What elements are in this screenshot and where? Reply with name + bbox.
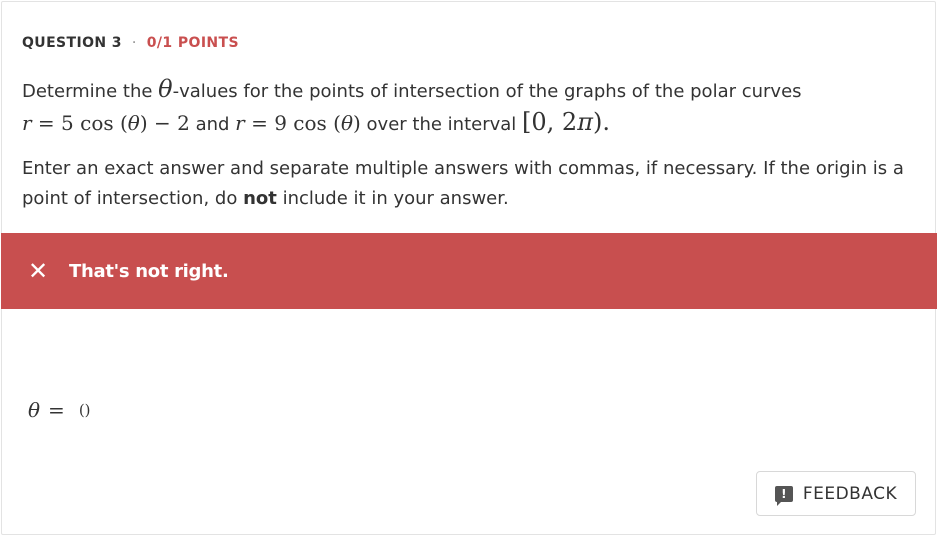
feedback-label: FEEDBACK (802, 483, 898, 504)
theta-symbol: θ (158, 75, 173, 103)
points-label: 0/1 POINTS (146, 35, 239, 51)
curve1-tail: ) − 2 (139, 111, 190, 135)
curve1-equation: = 5 cos ( (31, 111, 128, 135)
curve2-tail: ) (353, 111, 361, 135)
curve2-r: r (235, 111, 245, 135)
answer-row: θ = () (28, 398, 91, 422)
interval-pi: π (577, 108, 593, 136)
answer-equals: = (48, 398, 65, 422)
curve2-theta: θ (340, 111, 353, 135)
prompt-text: Determine the (22, 81, 159, 102)
feedback-icon: ! (774, 485, 793, 506)
answer-value[interactable]: () (79, 401, 91, 419)
question-number: QUESTION 3 (22, 35, 122, 51)
answer-variable: θ (28, 398, 41, 422)
incorrect-banner: ✕ That's not right. (1, 233, 937, 309)
instructions: Enter an exact answer and separate multi… (22, 154, 922, 214)
result-message: That's not right. (69, 260, 229, 282)
instructions-text-end: include it in your answer. (276, 188, 509, 209)
question-header: QUESTION 3 · 0/1 POINTS (22, 35, 239, 51)
question-prompt: Determine the θ-values for the points of… (22, 74, 922, 140)
header-separator: · (131, 35, 137, 51)
curve2-equation: = 9 cos ( (244, 111, 341, 135)
interval-close: ). (592, 108, 610, 136)
interval-lead: over the interval (360, 114, 523, 135)
interval-open: [0, 2 (522, 108, 578, 136)
instructions-bold: not (243, 188, 277, 209)
and-word: and (189, 114, 236, 135)
prompt-text-rest: -values for the points of intersection o… (172, 81, 802, 102)
feedback-button[interactable]: ! FEEDBACK (756, 471, 916, 516)
close-icon: ✕ (27, 257, 49, 285)
curve1-theta: θ (127, 111, 140, 135)
curve1-r: r (22, 111, 32, 135)
